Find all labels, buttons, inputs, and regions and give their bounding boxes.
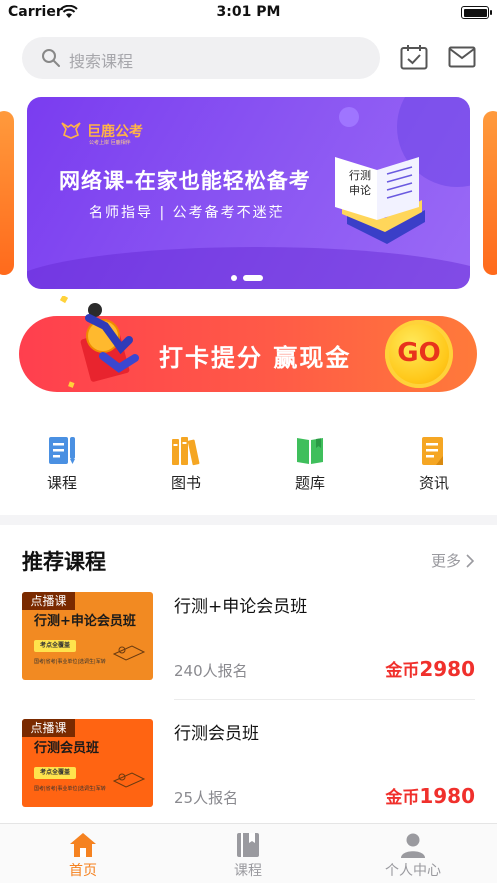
course-doc-icon [49,437,75,464]
section-divider [0,515,497,525]
course-book-icon [237,833,259,857]
price-value: 2980 [419,657,475,681]
search-icon [41,48,61,72]
price-unit: 金币 [385,661,420,681]
search-placeholder: 搜索课程 [69,52,134,71]
category-news[interactable]: 资讯 [394,436,474,493]
carousel-dot [231,274,237,281]
checkin-banner[interactable]: 打卡提分 赢现金 GO [19,294,477,392]
tab-course[interactable]: 课程 [198,832,298,880]
category-label: 课程 [46,474,77,492]
tab-profile[interactable]: 个人中心 [363,832,463,880]
thumb-title: 行测会员班 [34,741,100,756]
category-books[interactable]: 图书 [146,436,226,493]
news-doc-icon [422,437,443,465]
course-card[interactable]: 点播课 行测+申论会员班 考点全覆盖 国考|省考|事业单位|选调生|军转 行测+… [22,592,475,682]
banner-subtitle: 名师指导 | 公考备考不迷茫 [89,205,285,221]
search-bar[interactable]: 搜索课程 [22,37,380,79]
deer-logo-icon [60,121,82,143]
banner-title: 网络课-在家也能轻松备考 [59,169,311,193]
carousel-prev-card[interactable] [0,111,14,275]
tab-label: 课程 [234,863,262,879]
tab-label: 个人中心 [385,863,441,879]
brand-name: 巨鹿公考 [87,124,143,140]
calendar-check-icon[interactable] [400,44,428,74]
course-type-tag: 点播课 [22,719,75,737]
enroll-count: 240人报名 [174,662,248,680]
course-price: 金币2980 [385,656,475,681]
tab-bar: 首页 课程 个人中心 [0,823,497,883]
open-book-illustration [327,152,427,251]
course-name: 行测会员班 [174,724,259,744]
category-label: 题库 [294,474,325,492]
home-icon [70,833,96,857]
thumb-pill: 考点全覆盖 [34,767,77,779]
course-name: 行测+申论会员班 [174,597,308,617]
books-icon [172,437,200,466]
book-label-1: 行测 [349,169,371,182]
desk-illustration [112,640,146,668]
category-label: 图书 [170,474,201,492]
carousel-next-card[interactable] [483,111,497,275]
status-bar: Carrier 3:01 PM [0,0,497,26]
course-thumbnail: 点播课 行测会员班 考点全覆盖 国考|省考|事业单位|选调生|军转 [22,719,153,807]
more-link[interactable]: 更多 [431,550,461,571]
enroll-count: 25人报名 [174,789,239,807]
carousel-indicator [231,267,269,286]
checkin-text: 打卡提分 赢现金 [159,344,352,372]
course-thumbnail: 点播课 行测+申论会员班 考点全覆盖 国考|省考|事业单位|选调生|军转 [22,592,153,680]
category-course[interactable]: 课程 [22,436,102,493]
runner-coin-illustration [59,294,159,400]
thumb-title: 行测+申论会员班 [34,614,136,629]
chevron-right-icon[interactable] [466,553,475,572]
price-unit: 金币 [385,788,420,808]
tab-home[interactable]: 首页 [33,832,133,880]
course-price: 金币1980 [385,783,475,808]
row-divider [174,699,475,700]
promo-banner[interactable]: 巨鹿公考 公考上岸 巨鹿相伴 网络课-在家也能轻松备考 名师指导 | 公考备考不… [27,97,470,289]
question-bank-icon [297,438,323,464]
desk-illustration [112,767,146,795]
course-type-tag: 点播课 [22,592,75,610]
section-title: 推荐课程 [22,550,106,574]
book-label-2: 申论 [349,184,371,197]
thumb-meta: 国考|省考|事业单位|选调生|军转 [34,786,106,792]
category-question-bank[interactable]: 题库 [270,436,350,493]
category-label: 资讯 [418,474,449,492]
person-icon [401,833,425,858]
battery-icon [461,6,492,19]
clock: 3:01 PM [216,4,281,20]
mail-icon[interactable] [448,46,476,72]
brand-slogan: 公考上岸 巨鹿相伴 [89,140,131,146]
price-value: 1980 [419,784,475,808]
tab-label: 首页 [69,863,97,879]
thumb-meta: 国考|省考|事业单位|选调生|军转 [34,659,106,665]
thumb-pill: 考点全覆盖 [34,640,77,652]
course-card[interactable]: 点播课 行测会员班 考点全覆盖 国考|省考|事业单位|选调生|军转 行测会员班 … [22,719,475,809]
go-button[interactable]: GO [385,320,453,388]
carousel-dot-active [243,274,263,281]
go-label: GO [397,338,441,368]
